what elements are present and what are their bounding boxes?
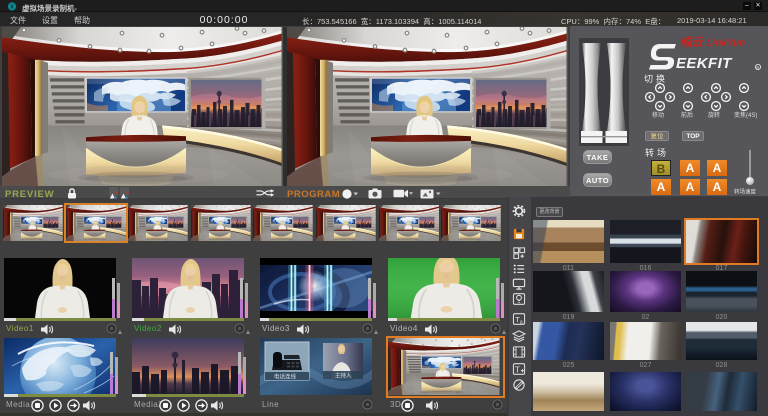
svg-text:a: a [520, 319, 523, 325]
svg-text:EEKFIT: EEKFIT [676, 55, 733, 72]
svg-text:T: T [515, 364, 521, 374]
svg-text:R: R [756, 65, 759, 70]
svg-text:电话连线: 电话连线 [274, 373, 297, 381]
svg-text:主持人: 主持人 [335, 372, 352, 380]
